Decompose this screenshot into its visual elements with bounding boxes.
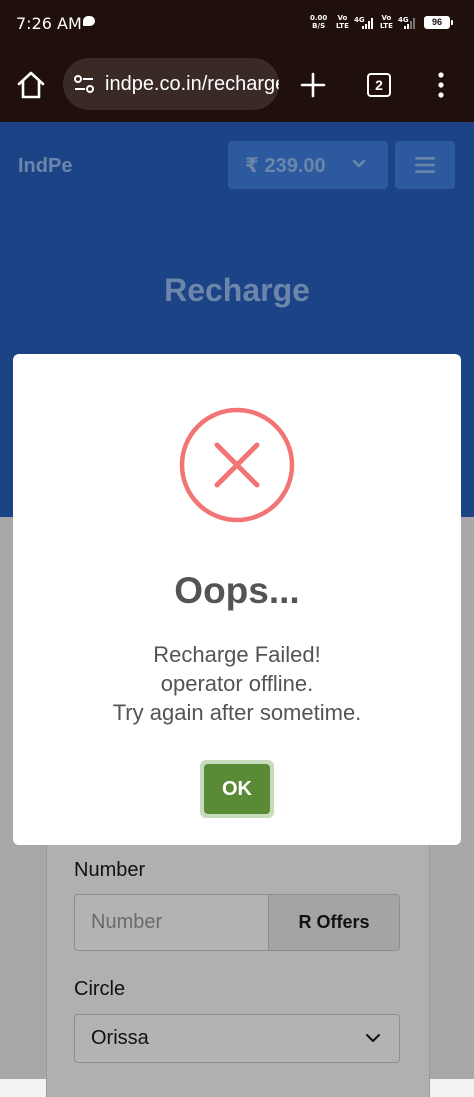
network-speed-unit: B/S [312, 22, 326, 30]
browser-toolbar: indpe.co.in/recharge 2 [0, 46, 474, 122]
number-label: Number [74, 859, 146, 881]
dialog-message-line-2: operator offline. [160, 671, 314, 696]
more-options-icon[interactable] [436, 72, 446, 98]
r-offers-button[interactable]: R Offers [268, 895, 399, 950]
menu-button[interactable] [395, 141, 455, 189]
hamburger-icon [415, 157, 435, 173]
sim1-signal-icon [362, 18, 373, 29]
battery-icon: 96 [424, 16, 453, 29]
sim1-volte-bottom: LTE [336, 22, 349, 30]
network-speed: 0.00 B/S [310, 14, 327, 30]
sim1-volte: Vo LTE [336, 14, 349, 30]
dialog-title: Oops... [174, 570, 300, 611]
site-settings-icon[interactable] [73, 74, 95, 94]
dialog-message-line-3: Try again after sometime. [112, 700, 362, 725]
wallet-balance: ₹ 239.00 [245, 155, 326, 177]
dialog-message-line-1: Recharge Failed! [153, 642, 321, 667]
sim1-volte-top: Vo [337, 14, 348, 22]
ok-button[interactable]: OK [200, 760, 274, 818]
circle-select[interactable]: Orissa [74, 1014, 400, 1063]
wallet-balance-button[interactable]: ₹ 239.00 [228, 141, 388, 189]
number-input[interactable]: Number [91, 911, 162, 934]
sim2-signal-icon [404, 18, 415, 29]
network-speed-value: 0.00 [310, 14, 328, 22]
chevron-down-icon [366, 1034, 380, 1042]
page-title: Recharge [164, 272, 310, 308]
brand-logo[interactable]: IndPe [18, 155, 72, 178]
recharge-form: Number Number R Offers Circle Orissa [46, 837, 430, 1097]
new-tab-icon[interactable] [300, 72, 326, 98]
tab-switcher-button[interactable]: 2 [367, 73, 391, 97]
number-input-group: Number R Offers [74, 894, 400, 951]
chevron-down-icon [352, 159, 366, 168]
ok-button-label: OK [204, 764, 270, 814]
error-dialog: Oops... Recharge Failed! operator offlin… [13, 354, 461, 845]
address-bar[interactable]: indpe.co.in/recharge [63, 58, 279, 110]
status-time: 7:26 AM [16, 14, 82, 33]
sim2-volte: Vo LTE [380, 14, 393, 30]
sim2-volte-top: Vo [381, 14, 392, 22]
error-x-icon [179, 407, 295, 523]
circle-selected-value: Orissa [91, 1027, 149, 1049]
sim2-volte-bottom: LTE [380, 22, 393, 30]
home-icon[interactable] [14, 68, 48, 102]
chat-bubble-icon [83, 16, 95, 26]
circle-label: Circle [74, 978, 126, 1000]
status-bar: 7:26 AM 0.00 B/S Vo LTE 4G Vo LTE 4G 96 [0, 0, 474, 46]
battery-level: 96 [431, 17, 442, 27]
url-text: indpe.co.in/recharge [105, 73, 279, 95]
